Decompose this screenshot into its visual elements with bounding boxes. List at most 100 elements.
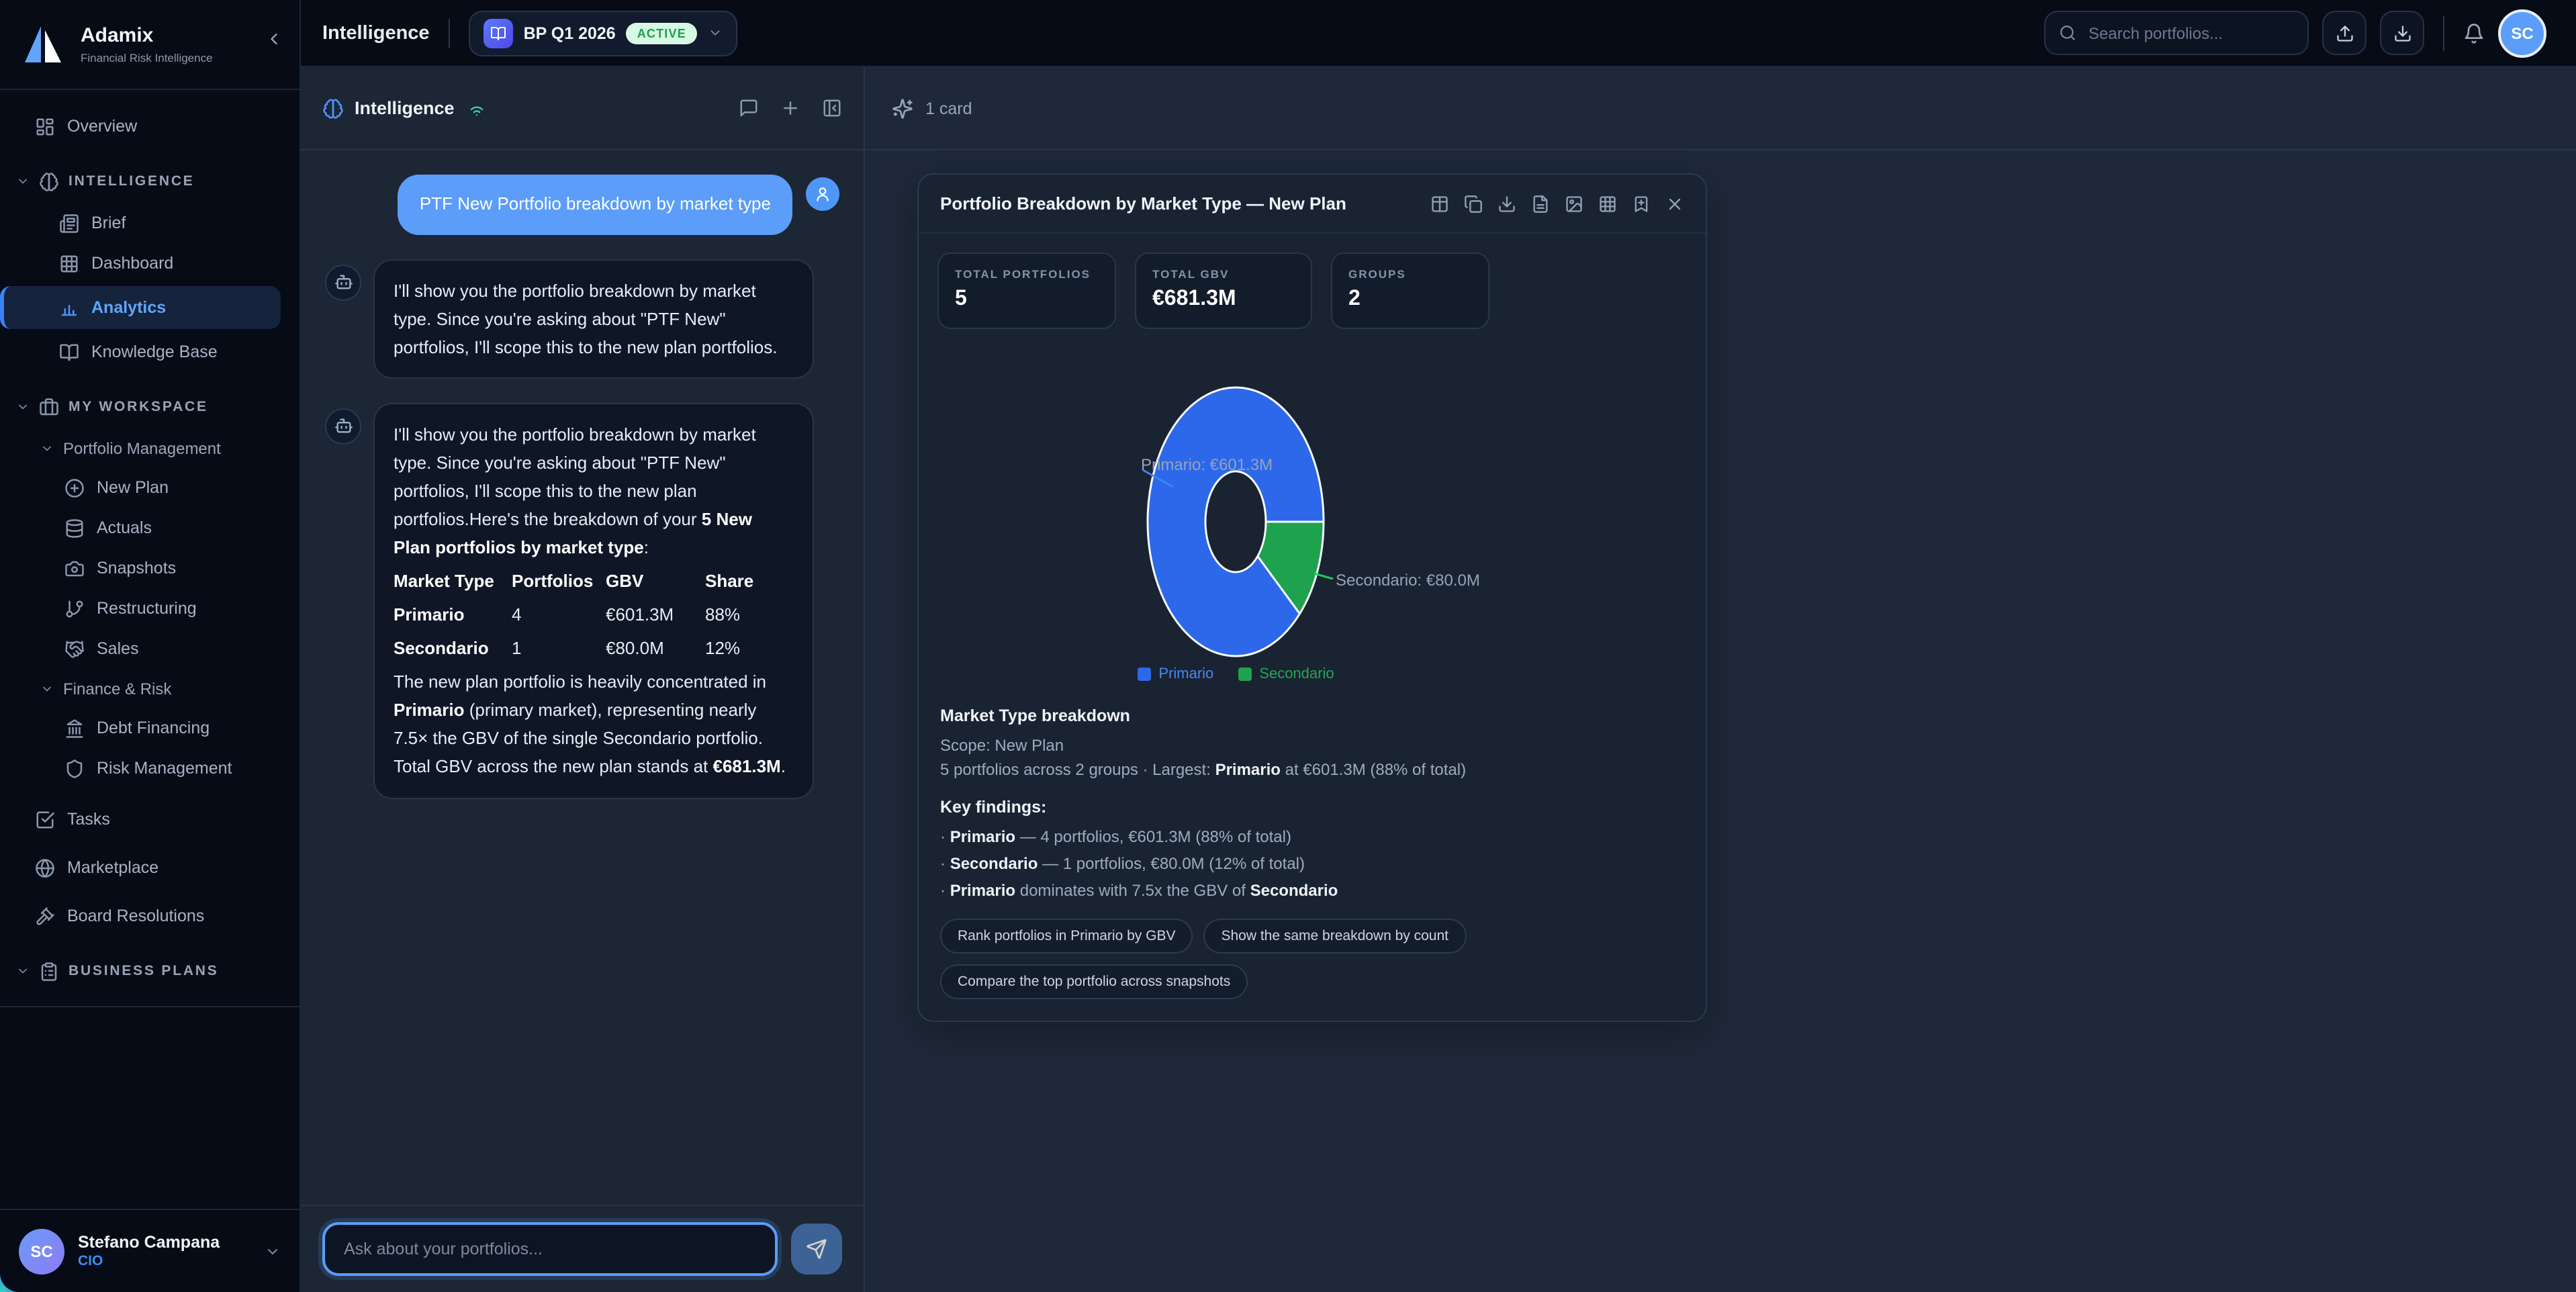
sidebar-item-knowledge-base[interactable]: Knowledge Base: [0, 332, 300, 372]
sidebar-item-label: Snapshots: [97, 559, 176, 578]
sidebar-item-label: Overview: [67, 117, 137, 136]
bookmark-add-icon[interactable]: [1632, 194, 1651, 213]
bar-chart-icon: [59, 297, 79, 318]
card-count-label: 1 card: [925, 99, 972, 118]
sidebar-item-debt-financing[interactable]: Debt Financing: [0, 708, 300, 748]
sidebar-item-brief[interactable]: Brief: [0, 203, 300, 243]
suggestion-chip[interactable]: Compare the top portfolio across snapsho…: [940, 964, 1248, 999]
legend-label: Primario: [1158, 666, 1213, 682]
finding-item: · Primario — 4 portfolios, €601.3M (88% …: [940, 824, 1684, 848]
copy-icon[interactable]: [1464, 194, 1483, 213]
sidebar-item-tasks[interactable]: Tasks: [0, 799, 300, 839]
stat-label: TOTAL PORTFOLIOS: [955, 267, 1099, 281]
ai-message-row: I'll show you the portfolio breakdown by…: [325, 259, 839, 379]
file-export-icon[interactable]: [1531, 194, 1550, 213]
legend-swatch-blue: [1137, 667, 1150, 681]
summary-text: 5 portfolios across 2 groups · Largest:: [940, 760, 1215, 779]
chat-input[interactable]: [322, 1222, 778, 1276]
close-icon[interactable]: [1665, 194, 1684, 213]
sidebar-item-label: Dashboard: [91, 254, 173, 273]
stat-label: TOTAL GBV: [1152, 267, 1295, 281]
book-open-icon: [59, 342, 79, 362]
briefcase-icon: [39, 397, 59, 417]
app-name: Adamix: [81, 25, 213, 48]
bell-icon[interactable]: [2463, 22, 2485, 44]
image-export-icon[interactable]: [1565, 194, 1583, 213]
download-icon[interactable]: [1498, 194, 1516, 213]
upload-button[interactable]: [2322, 11, 2366, 55]
donut-chart: Primario: €601.3M Secondario: €80.0M: [937, 342, 1687, 658]
sidebar-header: Adamix Financial Risk Intelligence: [0, 0, 300, 90]
download-button[interactable]: [2380, 11, 2424, 55]
table-cell: Primario: [394, 598, 512, 631]
summary-text-bold: Primario: [1215, 760, 1281, 779]
table-cell: Secondario: [394, 632, 512, 665]
finding-text: ·: [940, 827, 950, 845]
table-header-cell: GBV: [606, 564, 705, 598]
sidebar-item-label: Debt Financing: [97, 719, 210, 737]
message-text-bold: €681.3M: [713, 757, 781, 777]
sidebar-item-label: Marketplace: [67, 858, 158, 877]
clipboard-icon: [39, 961, 59, 981]
cards-panel: 1 card Portfolio Breakdown by Market Typ…: [865, 67, 2576, 1292]
avatar[interactable]: SC: [2498, 9, 2546, 57]
chat-panel-title: Intelligence: [355, 98, 455, 118]
page-title: Intelligence: [322, 22, 430, 44]
suggestion-chip[interactable]: Show the same breakdown by count: [1203, 918, 1466, 953]
new-chat-icon[interactable]: [780, 98, 800, 118]
table-view-icon[interactable]: [1598, 194, 1617, 213]
sidebar-item-label: Knowledge Base: [91, 342, 218, 361]
finding-text: dominates with 7.5x the GBV of: [1015, 880, 1250, 899]
ai-message-bubble: I'll show you the portfolio breakdown by…: [373, 259, 814, 379]
sidebar-item-snapshots[interactable]: Snapshots: [0, 548, 300, 588]
sidebar-item-overview[interactable]: Overview: [0, 106, 300, 146]
comment-icon[interactable]: [739, 98, 759, 118]
callout-label-primario: Primario: €601.3M: [1141, 456, 1273, 474]
analytics-card: Portfolio Breakdown by Market Type — New…: [917, 173, 1707, 1021]
legend-item-primario[interactable]: Primario: [1137, 666, 1213, 682]
adamix-logo-icon: [19, 20, 67, 68]
sidebar-item-label: Brief: [91, 214, 126, 232]
finding-text: ·: [940, 880, 950, 899]
plan-selector[interactable]: BP Q1 2026 ACTIVE: [469, 10, 737, 56]
grid-icon: [59, 253, 79, 273]
message-text: The new plan portfolio is heavily concen…: [394, 672, 766, 692]
table-header-cell: Market Type: [394, 564, 512, 598]
sidebar-group-finance-risk[interactable]: Finance & Risk: [0, 669, 300, 708]
sidebar-item-marketplace[interactable]: Marketplace: [0, 847, 300, 888]
layout-columns-icon[interactable]: [1430, 194, 1449, 213]
send-button[interactable]: [791, 1224, 842, 1275]
sidebar-item-sales[interactable]: Sales: [0, 629, 300, 669]
card-header: Portfolio Breakdown by Market Type — New…: [919, 175, 1706, 234]
collapse-panel-icon[interactable]: [822, 98, 842, 118]
globe-icon: [35, 858, 55, 878]
user-info: Stefano Campana CIO: [78, 1233, 220, 1269]
sidebar: Adamix Financial Risk Intelligence Overv…: [0, 0, 301, 1292]
sidebar-group-portfolio-management[interactable]: Portfolio Management: [0, 428, 300, 467]
ai-message-bubble: I'll show you the portfolio breakdown by…: [373, 403, 814, 798]
chevron-down-icon: [708, 26, 723, 40]
sidebar-item-actuals[interactable]: Actuals: [0, 508, 300, 548]
user-menu[interactable]: SC Stefano Campana CIO: [0, 1209, 300, 1292]
card-toolbar: [1430, 194, 1684, 213]
suggestion-chip[interactable]: Rank portfolios in Primario by GBV: [940, 918, 1193, 953]
sidebar-section-business-plans[interactable]: BUSINESS PLANS: [0, 950, 300, 993]
message-table: Market Type Portfolios GBV Share Primari…: [394, 564, 794, 665]
cards-canvas: Portfolio Breakdown by Market Type — New…: [865, 150, 2576, 1292]
legend-item-secondario[interactable]: Secondario: [1238, 666, 1334, 682]
sidebar-item-risk-management[interactable]: Risk Management: [0, 748, 300, 788]
sidebar-section-my-workspace[interactable]: MY WORKSPACE: [0, 385, 300, 428]
sidebar-item-analytics[interactable]: Analytics: [0, 286, 281, 329]
sidebar-item-dashboard[interactable]: Dashboard: [0, 243, 300, 283]
table-cell: €80.0M: [606, 632, 705, 665]
search-input[interactable]: [2086, 22, 2294, 44]
sidebar-item-restructuring[interactable]: Restructuring: [0, 588, 300, 629]
bank-icon: [64, 718, 85, 738]
sidebar-collapse-icon[interactable]: [265, 30, 283, 48]
chat-header-actions: [739, 98, 842, 118]
sidebar-section-intelligence[interactable]: INTELLIGENCE: [0, 160, 300, 203]
sidebar-item-new-plan[interactable]: New Plan: [0, 467, 300, 508]
sidebar-item-board-resolutions[interactable]: Board Resolutions: [0, 896, 300, 936]
ai-message-row: I'll show you the portfolio breakdown by…: [325, 403, 839, 798]
divider: [2443, 15, 2444, 50]
